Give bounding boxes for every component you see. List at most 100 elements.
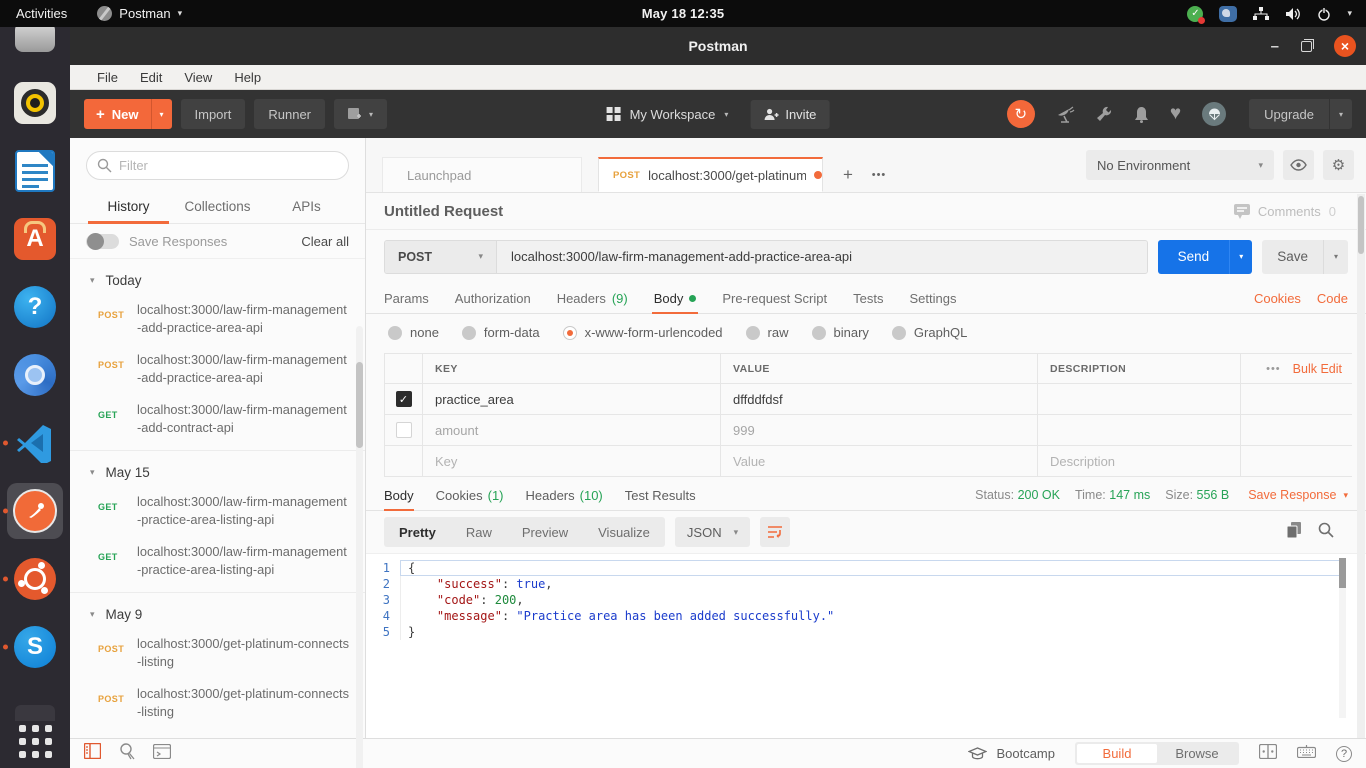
description-cell[interactable]: [1037, 384, 1240, 414]
body-mode-binary[interactable]: binary: [812, 325, 869, 340]
request-tab-tests[interactable]: Tests: [853, 283, 883, 313]
restore-button[interactable]: [1301, 41, 1312, 52]
sidebar-tab-apis[interactable]: APIs: [262, 191, 351, 223]
description-cell[interactable]: [1037, 415, 1240, 445]
url-input[interactable]: [497, 241, 1147, 273]
browse-tab[interactable]: Browse: [1157, 744, 1237, 763]
environment-settings-button[interactable]: ⚙: [1323, 150, 1354, 180]
sync-button[interactable]: ↻: [1007, 100, 1035, 128]
search-response-button[interactable]: [1318, 522, 1334, 543]
dock-item-postman[interactable]: [11, 487, 59, 535]
help-button[interactable]: ?: [1336, 746, 1352, 762]
filter-input[interactable]: [86, 151, 349, 180]
volume-icon[interactable]: [1285, 7, 1301, 21]
response-body-editor[interactable]: 1{2 "success": true,3 "code": 200,4 "mes…: [366, 553, 1366, 738]
description-cell[interactable]: Description: [1037, 446, 1240, 476]
value-cell[interactable]: 999: [720, 415, 1037, 445]
request-tab-body[interactable]: Body: [654, 283, 697, 313]
scrollbar-thumb[interactable]: [356, 362, 363, 448]
body-mode-form-data[interactable]: form-data: [462, 325, 540, 340]
copy-button[interactable]: [1287, 522, 1302, 543]
sidebar-scrollbar[interactable]: [356, 326, 363, 768]
format-select[interactable]: JSON ▾: [675, 517, 750, 547]
status-value[interactable]: 200 OK: [1018, 488, 1060, 502]
runner-button[interactable]: Runner: [254, 99, 325, 129]
interceptor-satellite-button[interactable]: [1056, 106, 1075, 123]
radio-icon[interactable]: [812, 326, 826, 340]
history-item[interactable]: GETlocalhost:3000/law-firm-management-pr…: [70, 486, 365, 536]
request-tab-settings[interactable]: Settings: [909, 283, 956, 313]
save-button[interactable]: Save: [1262, 240, 1323, 274]
activities-button[interactable]: Activities: [12, 4, 71, 23]
tab-options-button[interactable]: •••: [864, 157, 894, 192]
response-tab-headers[interactable]: Headers(10): [526, 480, 603, 510]
console-button[interactable]: [153, 744, 171, 764]
shortcuts-keyboard-button[interactable]: [1297, 745, 1316, 763]
upgrade-button[interactable]: Upgrade ▾: [1249, 99, 1352, 129]
window-titlebar[interactable]: Postman – ×: [70, 27, 1366, 65]
dock-item-rhythmbox[interactable]: [11, 79, 59, 127]
scrollbar-thumb[interactable]: [1358, 196, 1364, 254]
close-button[interactable]: ×: [1334, 35, 1356, 57]
row-checkbox[interactable]: [396, 422, 412, 438]
history-item[interactable]: GETlocalhost:3000/law-firm-management-pr…: [70, 536, 365, 586]
cookies-link[interactable]: Cookies: [1254, 291, 1301, 306]
body-mode-graphql[interactable]: GraphQL: [892, 325, 967, 340]
method-select[interactable]: POST ▾: [385, 241, 497, 273]
key-cell[interactable]: amount: [422, 415, 720, 445]
settings-wrench-button[interactable]: [1096, 106, 1113, 123]
response-tab-body[interactable]: Body: [384, 480, 414, 510]
history-item[interactable]: POSTlocalhost:3000/get-platinum-connects…: [70, 628, 365, 678]
menu-file[interactable]: File: [88, 68, 127, 87]
send-options-caret[interactable]: ▾: [1229, 240, 1252, 274]
dock-item-skype[interactable]: S: [11, 623, 59, 671]
environment-quicklook-button[interactable]: [1283, 150, 1314, 180]
two-pane-view-button[interactable]: [1259, 744, 1277, 764]
request-tab-params[interactable]: Params: [384, 283, 429, 313]
save-options-caret[interactable]: ▾: [1323, 240, 1348, 274]
app-menu-button[interactable]: Postman ▾: [97, 6, 182, 21]
pgadmin-tray-icon[interactable]: [1219, 6, 1237, 22]
request-tab-headers[interactable]: Headers(9): [557, 283, 628, 313]
save-responses-toggle[interactable]: [86, 234, 119, 249]
table-more-button[interactable]: •••: [1266, 363, 1281, 375]
scrollbar-thumb[interactable]: [1339, 558, 1346, 588]
system-menu-caret-icon[interactable]: ▾: [1347, 8, 1352, 19]
menu-help[interactable]: Help: [225, 68, 270, 87]
size-value[interactable]: 556 B: [1197, 488, 1230, 502]
key-cell[interactable]: Key: [422, 446, 720, 476]
view-tab-visualize[interactable]: Visualize: [583, 517, 665, 547]
menu-view[interactable]: View: [175, 68, 221, 87]
power-icon[interactable]: [1317, 7, 1331, 21]
notifications-bell-button[interactable]: [1134, 106, 1149, 123]
history-item[interactable]: POSTlocalhost:3000/get-platinum-connects…: [70, 728, 365, 738]
editor-scrollbar[interactable]: [1339, 558, 1346, 718]
response-tab-test-results[interactable]: Test Results: [625, 480, 696, 510]
open-new-window-button[interactable]: ▾: [334, 99, 387, 129]
value-cell[interactable]: Value: [720, 446, 1037, 476]
dock-item-chromium[interactable]: [11, 351, 59, 399]
tab-launchpad[interactable]: Launchpad: [382, 157, 582, 192]
invite-button[interactable]: Invite: [750, 100, 829, 129]
clock[interactable]: May 18 12:35: [642, 6, 725, 21]
radio-icon[interactable]: [892, 326, 906, 340]
body-mode-raw[interactable]: raw: [746, 325, 789, 340]
dock-item-help[interactable]: ?: [11, 283, 59, 331]
panel-scrollbar[interactable]: [1357, 194, 1365, 738]
environment-select[interactable]: No Environment ▾: [1086, 150, 1274, 180]
radio-icon[interactable]: [388, 326, 402, 340]
value-cell[interactable]: dffddfdsf: [720, 384, 1037, 414]
history-group-header[interactable]: ▾Today: [70, 265, 365, 294]
code-link[interactable]: Code: [1317, 291, 1348, 306]
interceptor-button[interactable]: [1202, 102, 1226, 126]
history-item[interactable]: POSTlocalhost:3000/get-platinum-connects…: [70, 678, 365, 728]
build-tab[interactable]: Build: [1077, 744, 1157, 763]
comments-button[interactable]: Comments 0: [1234, 204, 1336, 219]
view-tab-pretty[interactable]: Pretty: [384, 517, 451, 547]
key-cell[interactable]: practice_area: [422, 384, 720, 414]
history-group-header[interactable]: ▾May 9: [70, 599, 365, 628]
history-group-header[interactable]: ▾May 15: [70, 457, 365, 486]
time-value[interactable]: 147 ms: [1109, 488, 1150, 502]
radio-icon[interactable]: [462, 326, 476, 340]
wrap-text-button[interactable]: [760, 517, 790, 547]
